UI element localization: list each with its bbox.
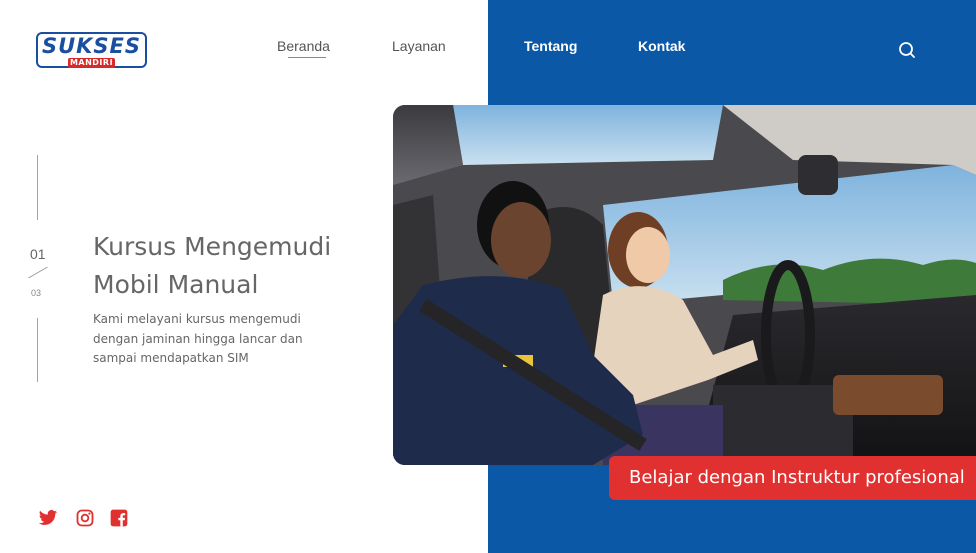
nav-active-underline	[288, 57, 326, 58]
logo-sub-text: MANDIRI	[69, 58, 114, 67]
nav-item-kontak[interactable]: Kontak	[638, 38, 685, 54]
instagram-icon[interactable]	[75, 508, 95, 528]
slide-current-number: 01	[30, 246, 46, 262]
twitter-icon[interactable]	[38, 508, 58, 528]
slider-line-bottom	[37, 318, 38, 382]
hero-title-line1: Kursus Mengemudi	[93, 232, 332, 261]
nav-item-beranda[interactable]: Beranda	[277, 38, 330, 54]
nav-item-layanan[interactable]: Layanan	[392, 38, 446, 54]
brand-logo[interactable]: SUKSES MANDIRI	[36, 32, 147, 68]
feature-banner: Belajar dengan Instruktur profesional	[609, 456, 976, 500]
facebook-icon[interactable]	[109, 508, 129, 528]
hero-title-line2: Mobil Manual	[93, 270, 259, 299]
slide-divider	[28, 266, 48, 279]
slider-line-top	[37, 155, 38, 220]
hero-title: Kursus Mengemudi Mobil Manual	[93, 228, 383, 304]
nav-item-tentang[interactable]: Tentang	[524, 38, 577, 54]
search-icon[interactable]	[897, 40, 917, 60]
slide-total-number: 03	[31, 288, 42, 298]
hero-photo-car-interior	[393, 105, 976, 465]
banner-text: Belajar dengan Instruktur profesional	[629, 467, 965, 488]
logo-main-text: SUKSES	[41, 34, 142, 58]
hero-description: Kami melayani kursus mengemudi dengan ja…	[93, 312, 303, 365]
